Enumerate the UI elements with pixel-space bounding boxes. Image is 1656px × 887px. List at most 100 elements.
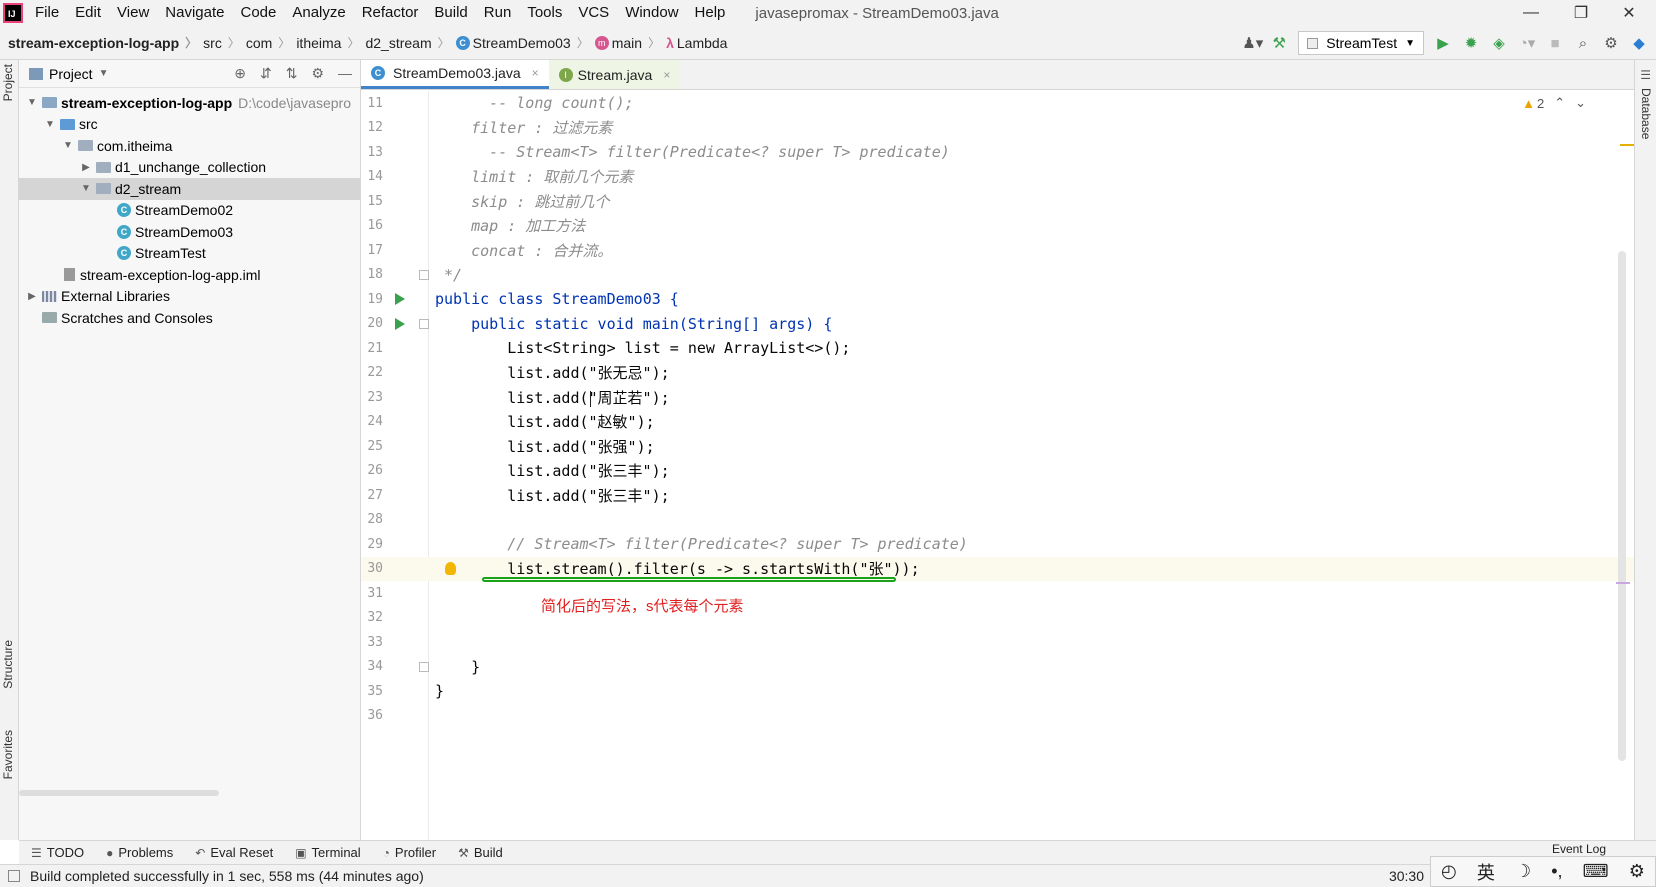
run-icon[interactable]: ▶ (1434, 34, 1452, 52)
line-number: 15 (367, 193, 383, 209)
collapse-all-icon[interactable]: ⇅ (286, 65, 298, 82)
code-text: limit : 取前几个元素 (435, 168, 634, 187)
menu-tools[interactable]: Tools (519, 0, 570, 26)
menu-navigate[interactable]: Navigate (157, 0, 232, 26)
close-tab-icon[interactable]: × (663, 68, 670, 82)
project-panel-title[interactable]: Project (49, 66, 93, 82)
coverage-icon[interactable]: ◈ (1490, 34, 1508, 52)
run-gutter-icon[interactable] (395, 317, 405, 330)
code-line: 36 (361, 704, 1634, 729)
menu-bar: IJ File Edit View Navigate Code Analyze … (0, 0, 1656, 26)
expand-all-icon[interactable]: ⇵ (260, 65, 272, 82)
code-line: 33 (361, 630, 1634, 655)
tree-item-src[interactable]: ▼ src (19, 114, 360, 136)
dropdown-arrow-icon[interactable]: ▼ (99, 68, 109, 79)
fold-icon[interactable] (419, 318, 429, 329)
caret-position[interactable]: 30:30 (1389, 868, 1424, 884)
vertical-scrollbar[interactable] (1618, 251, 1626, 761)
tab-terminal[interactable]: ▣ Terminal (295, 845, 360, 860)
tree-item-class[interactable]: C StreamDemo02 (19, 200, 360, 222)
database-side-tab[interactable]: Database (1639, 88, 1653, 139)
gear-icon[interactable]: ⚙ (311, 65, 324, 82)
menu-edit[interactable]: Edit (67, 0, 109, 26)
minimize-button[interactable]: — (1508, 0, 1554, 26)
run-gutter-icon[interactable] (395, 293, 405, 305)
tab-problems[interactable]: ● Problems (106, 845, 173, 860)
fold-icon[interactable] (419, 661, 429, 672)
gear-icon[interactable]: ⚙ (1629, 861, 1645, 882)
favorites-side-tab[interactable]: Favorites (1, 730, 15, 779)
tree-item-scratches[interactable]: Scratches and Consoles (19, 307, 360, 329)
toolbox-icon[interactable]: ◆ (1630, 34, 1648, 52)
menu-view[interactable]: View (109, 0, 157, 26)
tree-item-iml[interactable]: stream-exception-log-app.iml (19, 264, 360, 286)
project-side-tab[interactable]: Project (1, 64, 15, 101)
line-number: 35 (367, 683, 383, 699)
tree-item-class[interactable]: C StreamDemo03 (19, 221, 360, 243)
search-icon[interactable]: ⌕ (1574, 35, 1592, 52)
structure-side-tab[interactable]: Structure (1, 640, 15, 689)
breadcrumb-d2-stream[interactable]: d2_stream 〉 (365, 34, 455, 51)
user-icon[interactable]: ♟▾ (1242, 34, 1263, 52)
code-text: } (435, 682, 445, 701)
tree-item-package[interactable]: ▼ com.itheima (19, 135, 360, 157)
database-icon[interactable]: ☰ (1640, 68, 1651, 82)
locate-icon[interactable]: ⊕ (234, 65, 246, 82)
menu-vcs[interactable]: VCS (570, 0, 617, 26)
hammer-build-icon[interactable]: ⚒ (1270, 34, 1288, 52)
stop-icon[interactable]: ■ (1546, 35, 1564, 52)
keyboard-icon[interactable]: ⌨ (1583, 861, 1609, 882)
close-button[interactable]: ✕ (1606, 0, 1652, 26)
fold-icon[interactable] (419, 269, 429, 280)
menu-analyze[interactable]: Analyze (284, 0, 353, 26)
breadcrumb-project[interactable]: stream-exception-log-app 〉 (8, 34, 203, 51)
horizontal-scrollbar[interactable] (19, 790, 219, 796)
menu-file[interactable]: File (27, 0, 67, 26)
run-configuration-select[interactable]: StreamTest ▼ (1298, 31, 1424, 55)
tab-todo[interactable]: ☰ TODO (31, 845, 84, 860)
punctuation-icon[interactable]: •, (1551, 861, 1562, 882)
breadcrumb-method[interactable]: m main 〉 (594, 34, 666, 51)
error-stripe-warning[interactable] (1620, 144, 1634, 146)
profile-icon[interactable]: ◔▾ (1518, 34, 1536, 52)
moon-icon[interactable]: ☽ (1515, 861, 1531, 882)
class-icon: C (117, 224, 131, 239)
tree-item-external-libraries[interactable]: ▶ External Libraries (19, 286, 360, 308)
tab-build[interactable]: ⚒ Build (458, 845, 503, 860)
code-line: 16 map : 加工方法 (361, 214, 1634, 239)
code-editor[interactable]: ▲ 2 ⌃ ⌄ 11 -- long count(); 12 filter : … (361, 91, 1634, 840)
breadcrumb-lambda[interactable]: λ Lambda (666, 35, 727, 51)
gear-icon[interactable]: ⚙ (1602, 34, 1620, 52)
breadcrumb-class[interactable]: C StreamDemo03 〉 (455, 34, 595, 51)
hide-icon[interactable]: — (338, 65, 352, 82)
ime-language-toggle[interactable]: 英 (1477, 859, 1495, 885)
breadcrumb-itheima[interactable]: itheima 〉 (296, 34, 365, 51)
tree-item-class[interactable]: C StreamTest (19, 243, 360, 265)
menu-run[interactable]: Run (476, 0, 520, 26)
ime-logo-icon[interactable]: ◴ (1441, 861, 1457, 882)
menu-window[interactable]: Window (617, 0, 686, 26)
tab-stream[interactable]: I Stream.java × (548, 60, 681, 89)
line-number: 32 (367, 610, 383, 626)
tab-streamdemo03[interactable]: C StreamDemo03.java × (361, 60, 549, 89)
hammer-icon: ⚒ (458, 845, 469, 860)
tab-profiler[interactable]: ◔ Profiler (383, 845, 436, 860)
menu-code[interactable]: Code (232, 0, 284, 26)
menu-refactor[interactable]: Refactor (354, 0, 427, 26)
restore-button[interactable]: ❐ (1558, 0, 1604, 26)
error-stripe-mark[interactable] (1616, 582, 1630, 584)
tree-item-module[interactable]: ▼ stream-exception-log-app D:\code\javase… (19, 92, 360, 114)
tab-eval-reset[interactable]: ↶ Eval Reset (195, 845, 273, 860)
debug-icon[interactable]: ✹ (1462, 34, 1480, 52)
status-toggle-icon[interactable] (8, 870, 20, 882)
run-config-label: StreamTest (1326, 35, 1398, 51)
close-tab-icon[interactable]: × (532, 66, 539, 80)
breadcrumb-src[interactable]: src 〉 (203, 34, 246, 51)
project-view-icon (29, 67, 43, 80)
event-log-tab[interactable]: Event Log (1552, 842, 1606, 856)
tree-item-package-selected[interactable]: ▼ d2_stream (19, 178, 360, 200)
breadcrumb-com[interactable]: com 〉 (246, 34, 296, 51)
tree-item-package[interactable]: ▶ d1_unchange_collection (19, 157, 360, 179)
menu-build[interactable]: Build (426, 0, 475, 26)
menu-help[interactable]: Help (687, 0, 734, 26)
